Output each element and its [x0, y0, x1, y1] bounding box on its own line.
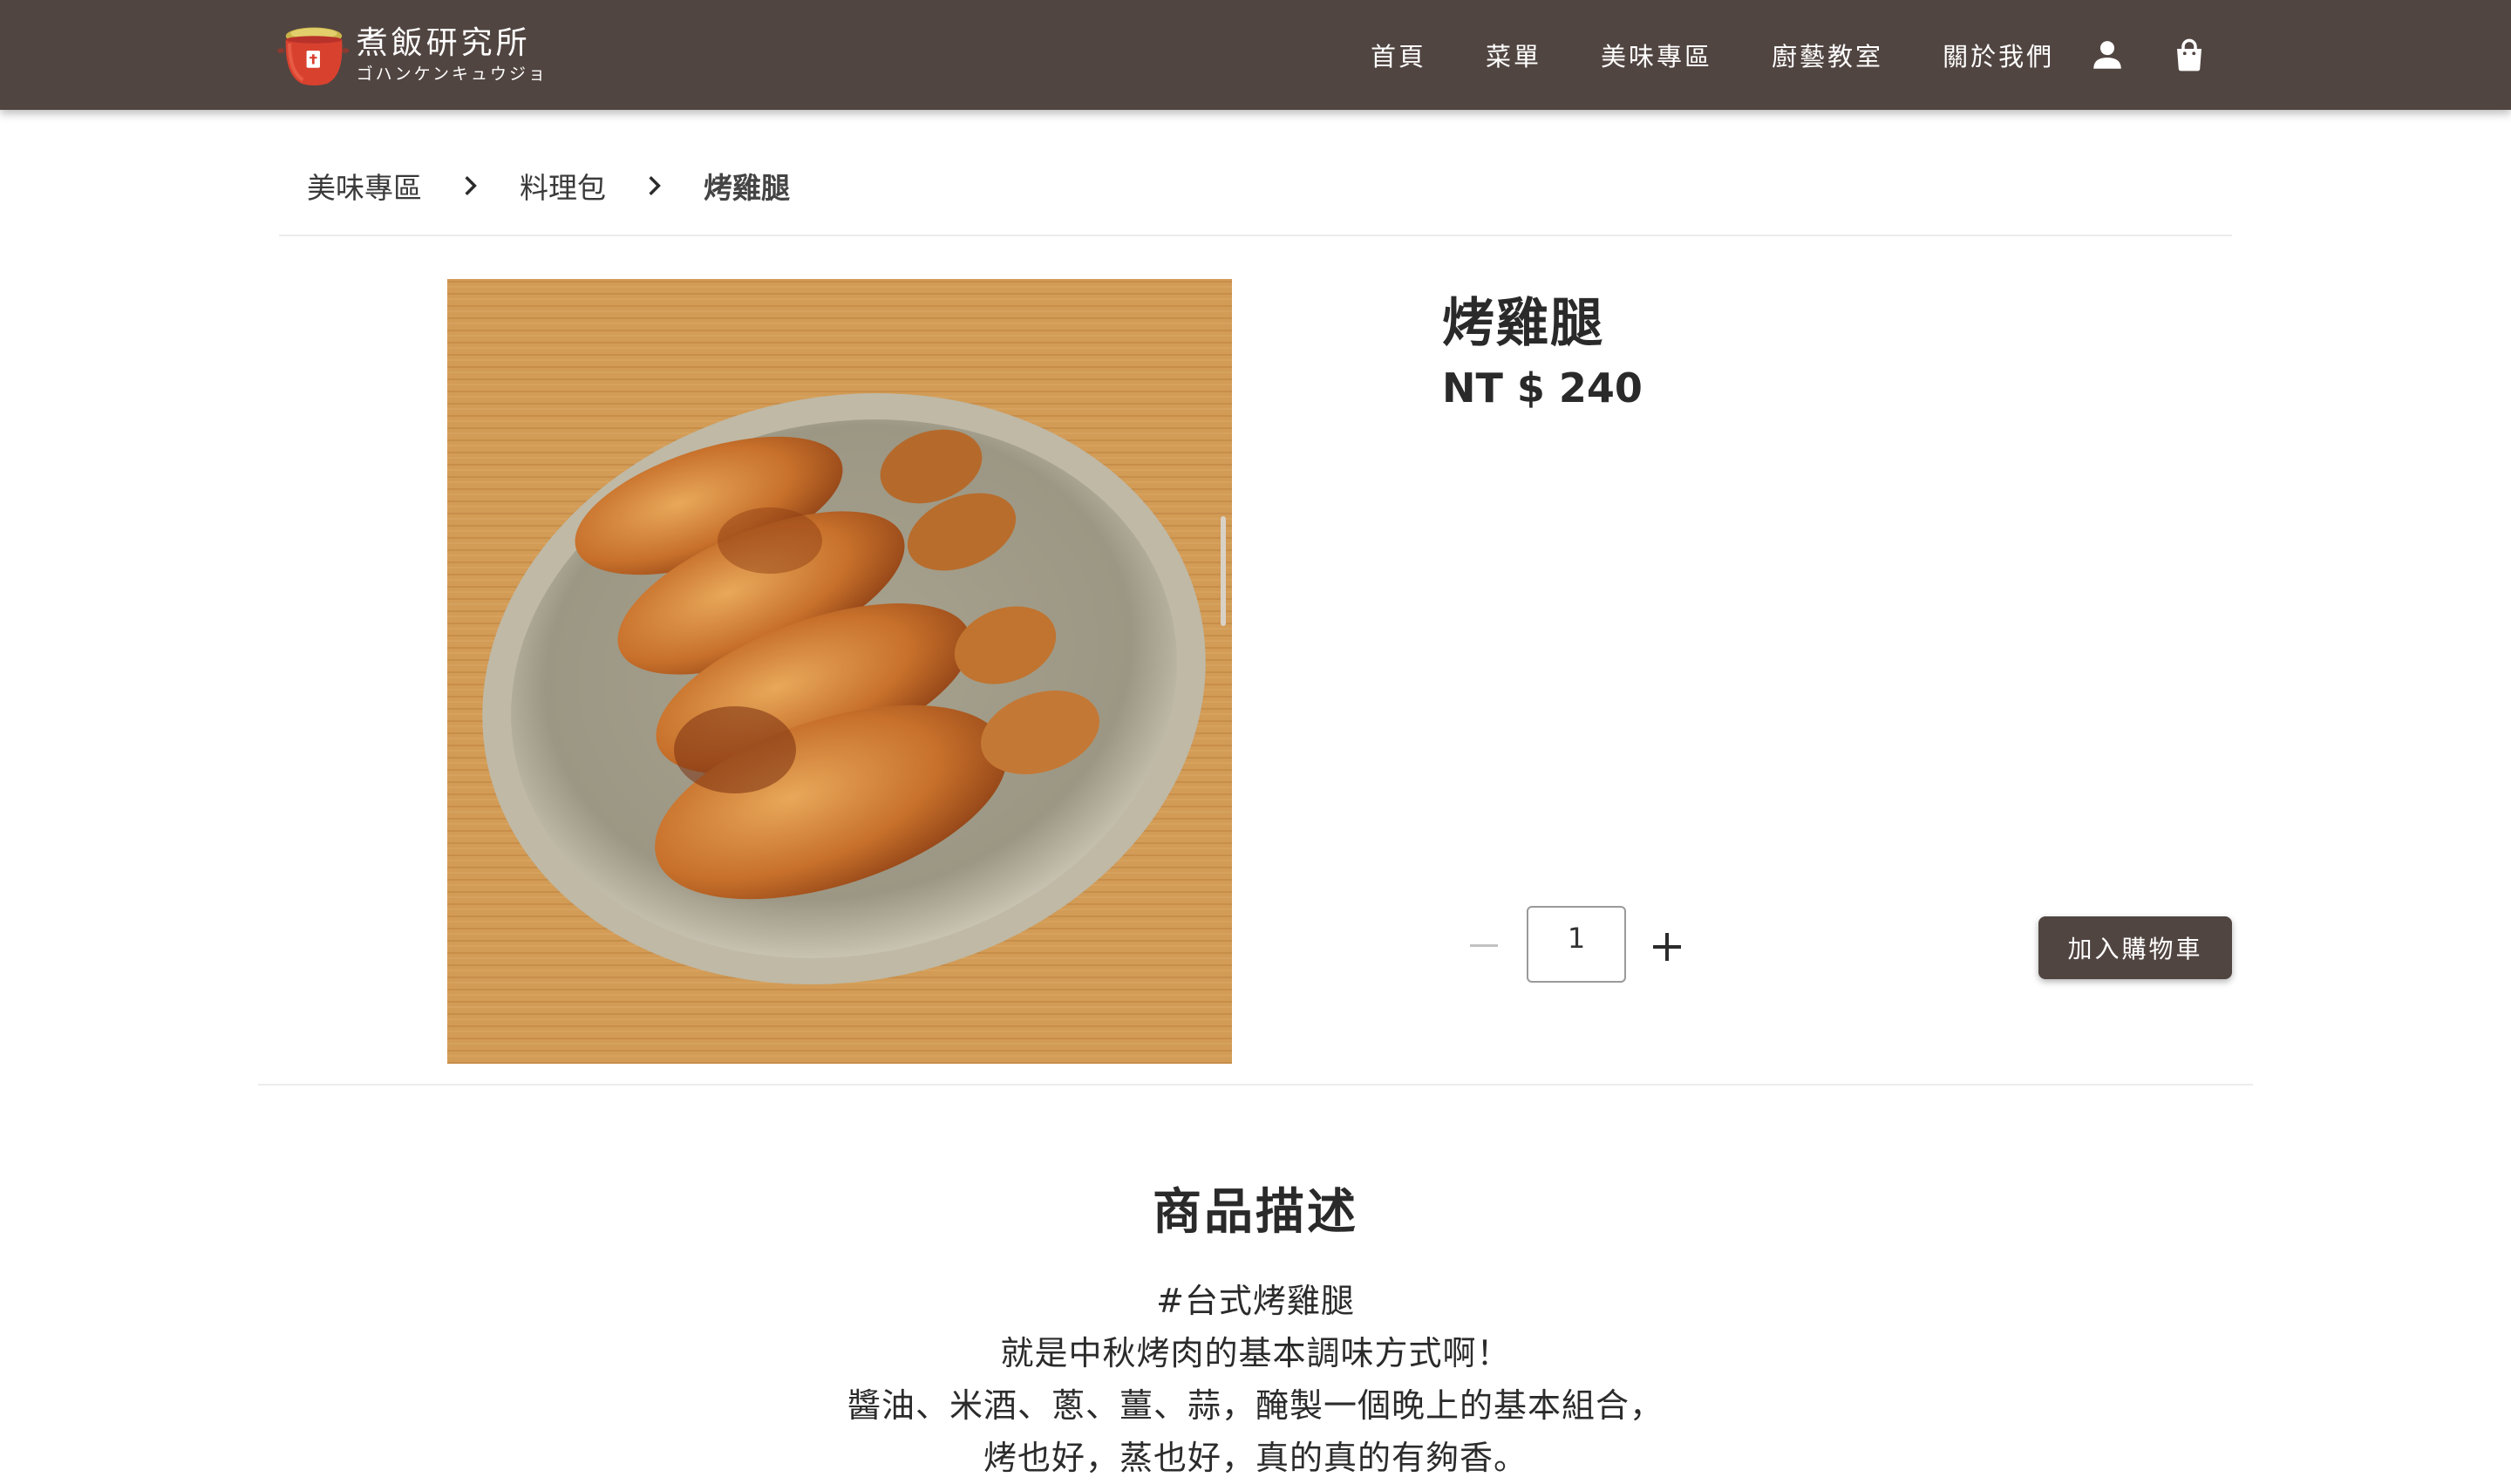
product-title: 烤雞腿 [1442, 293, 1604, 354]
main-nav: 首頁 菜單 美味專區 廚藝教室 關於我們 [1371, 0, 2054, 110]
top-navigation-bar: 煮飯研究所 ゴハンケンキュウジョ 首頁 菜單 美味專區 廚藝教室 關於我們 [0, 0, 2511, 110]
breadcrumb-divider [279, 235, 2232, 236]
nav-item-home[interactable]: 首頁 [1371, 37, 1426, 73]
chevron-right-icon [465, 176, 477, 195]
breadcrumb-item-current: 烤雞腿 [704, 171, 790, 205]
quantity-input[interactable] [1527, 906, 1626, 983]
product-image [447, 279, 1232, 1064]
user-icon[interactable] [2089, 35, 2126, 75]
breadcrumb-item-meal-kits[interactable]: 料理包 [520, 165, 606, 207]
description-line: 醬油、米酒、蔥、薑、蒜，醃製一個晚上的基本組合， [847, 1386, 1664, 1425]
product-price: NT $ 240 [1442, 364, 1643, 412]
description-heading: 商品描述 [1153, 1184, 1358, 1241]
shopping-bag-icon[interactable] [2171, 35, 2208, 75]
brand-name: 煮飯研究所 [356, 25, 531, 61]
quantity-decrease-button[interactable] [1466, 928, 1501, 963]
description-line: 烤也好，蒸也好，真的真的有夠香。 [983, 1439, 1528, 1477]
chevron-right-icon [649, 176, 661, 195]
brand-tagline: ゴハンケンキュウジョ [356, 65, 548, 84]
rice-cooker-logo-icon [277, 27, 350, 85]
nav-item-gourmet[interactable]: 美味專區 [1601, 37, 1712, 73]
nav-item-about[interactable]: 關於我們 [1943, 37, 2054, 73]
description-line: 就是中秋烤肉的基本調味方式啊！ [1000, 1334, 1511, 1372]
brand-logo[interactable]: 煮飯研究所 ゴハンケンキュウジョ [277, 9, 548, 101]
description-body: #台式烤雞腿 就是中秋烤肉的基本調味方式啊！ 醬油、米酒、蔥、薑、蒜，醃製一個晚… [0, 1275, 2511, 1484]
breadcrumb: 美味專區 料理包 烤雞腿 [307, 162, 790, 209]
section-divider [258, 1084, 2253, 1086]
nav-item-menu[interactable]: 菜單 [1486, 37, 1541, 73]
nav-item-cooking-class[interactable]: 廚藝教室 [1772, 37, 1883, 73]
brand-text: 煮飯研究所 ゴハンケンキュウジョ [357, 24, 548, 85]
quantity-increase-button[interactable] [1651, 931, 1683, 963]
breadcrumb-item-gourmet[interactable]: 美味專區 [307, 165, 422, 207]
image-scroll-handle[interactable] [1221, 516, 1226, 626]
add-to-cart-button[interactable]: 加入購物車 [2038, 916, 2232, 979]
description-line: #台式烤雞腿 [1156, 1282, 1355, 1320]
